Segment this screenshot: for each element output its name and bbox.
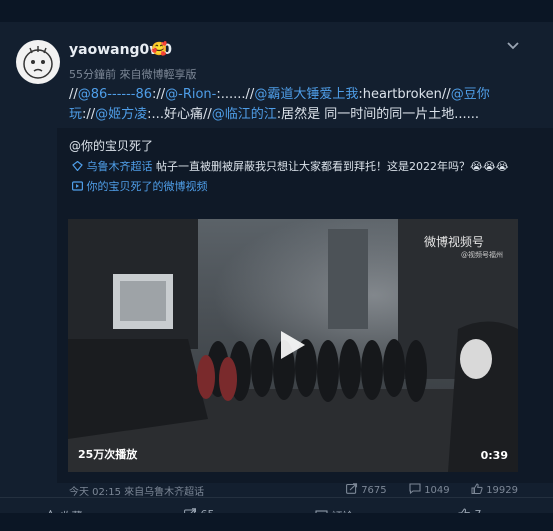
quoted-footer: 今天 02:15 來自乌鲁木齐超话 7675 1049 19929 (69, 483, 541, 498)
mention-link[interactable]: @临江的江 (212, 107, 277, 122)
mention-link[interactable]: @霸道大锤爱上我 (254, 87, 358, 102)
top-strip (0, 0, 553, 22)
comment-icon (409, 483, 421, 495)
quoted-repost-stat[interactable]: 7675 (346, 483, 387, 496)
repost-text-part: :// (82, 107, 96, 122)
post-meta: 55分鐘前 來自微博輕享版 (69, 68, 197, 81)
video-link[interactable]: 你的宝贝死了的微博视频 (87, 180, 208, 193)
video-watermark-sub: @视频号福州 (461, 251, 503, 259)
quoted-like-count: 19929 (486, 485, 518, 496)
quoted-comment-stat[interactable]: 1049 (409, 483, 450, 496)
avatar[interactable] (16, 40, 60, 84)
mention-link[interactable]: @86------86 (78, 87, 152, 102)
diamond-icon (72, 160, 83, 172)
quoted-author[interactable]: @你的宝贝死了 (69, 137, 153, 154)
repost-text-part: // (69, 87, 78, 102)
weibo-post-card: yaowang0w0 🥰 55分鐘前 來自微博輕享版 //@86------86… (0, 22, 553, 531)
quoted-comment-count: 1049 (424, 485, 450, 496)
quoted-body-text: 帖子一直被删被屏蔽我只想让大家都看到拜托！这是2022年吗？😭😭😭 (152, 160, 509, 173)
bottom-strip (0, 513, 553, 531)
repost-text-part: :// (152, 87, 166, 102)
video-icon (72, 181, 84, 191)
repost-text-part: :heartbroken// (358, 87, 451, 102)
mention-link[interactable]: @姬方凌 (95, 107, 147, 122)
repost-text-part: :......// (216, 87, 255, 102)
repost-text: //@86------86://@-Rion-:......//@霸道大锤爱上我… (69, 85, 521, 125)
video-duration: 0:39 (480, 449, 508, 462)
username-emoji: 🥰 (151, 42, 168, 57)
repost-text-part: :居然是 同一时间的同一片土地...... (276, 107, 480, 122)
thumbs-up-icon (471, 483, 483, 494)
view-count: 25万次播放 (78, 448, 138, 461)
supertopic-link[interactable]: 乌鲁木齐超话 (87, 160, 153, 173)
quoted-like-stat[interactable]: 19929 (471, 483, 518, 496)
video-watermark: 微博视频号 (424, 235, 485, 249)
chevron-down-icon[interactable] (505, 38, 521, 54)
video-link-row[interactable]: 你的宝贝死了的微博视频 (72, 178, 208, 194)
avatar-face-icon (23, 46, 53, 79)
mention-link[interactable]: @-Rion- (165, 87, 216, 102)
share-icon (346, 483, 358, 494)
quoted-body: 乌鲁木齐超话 帖子一直被删被屏蔽我只想让大家都看到拜托！这是2022年吗？😭😭😭 (72, 158, 509, 174)
video-player[interactable]: 微博视频号 @视频号福州 25万次播放 0:39 (68, 219, 518, 472)
repost-text-part: :...好心痛// (147, 107, 212, 122)
quoted-repost-count: 7675 (361, 485, 387, 496)
play-icon[interactable] (273, 327, 309, 363)
quoted-post[interactable]: @你的宝贝死了 乌鲁木齐超话 帖子一直被删被屏蔽我只想让大家都看到拜托！这是20… (57, 128, 553, 498)
